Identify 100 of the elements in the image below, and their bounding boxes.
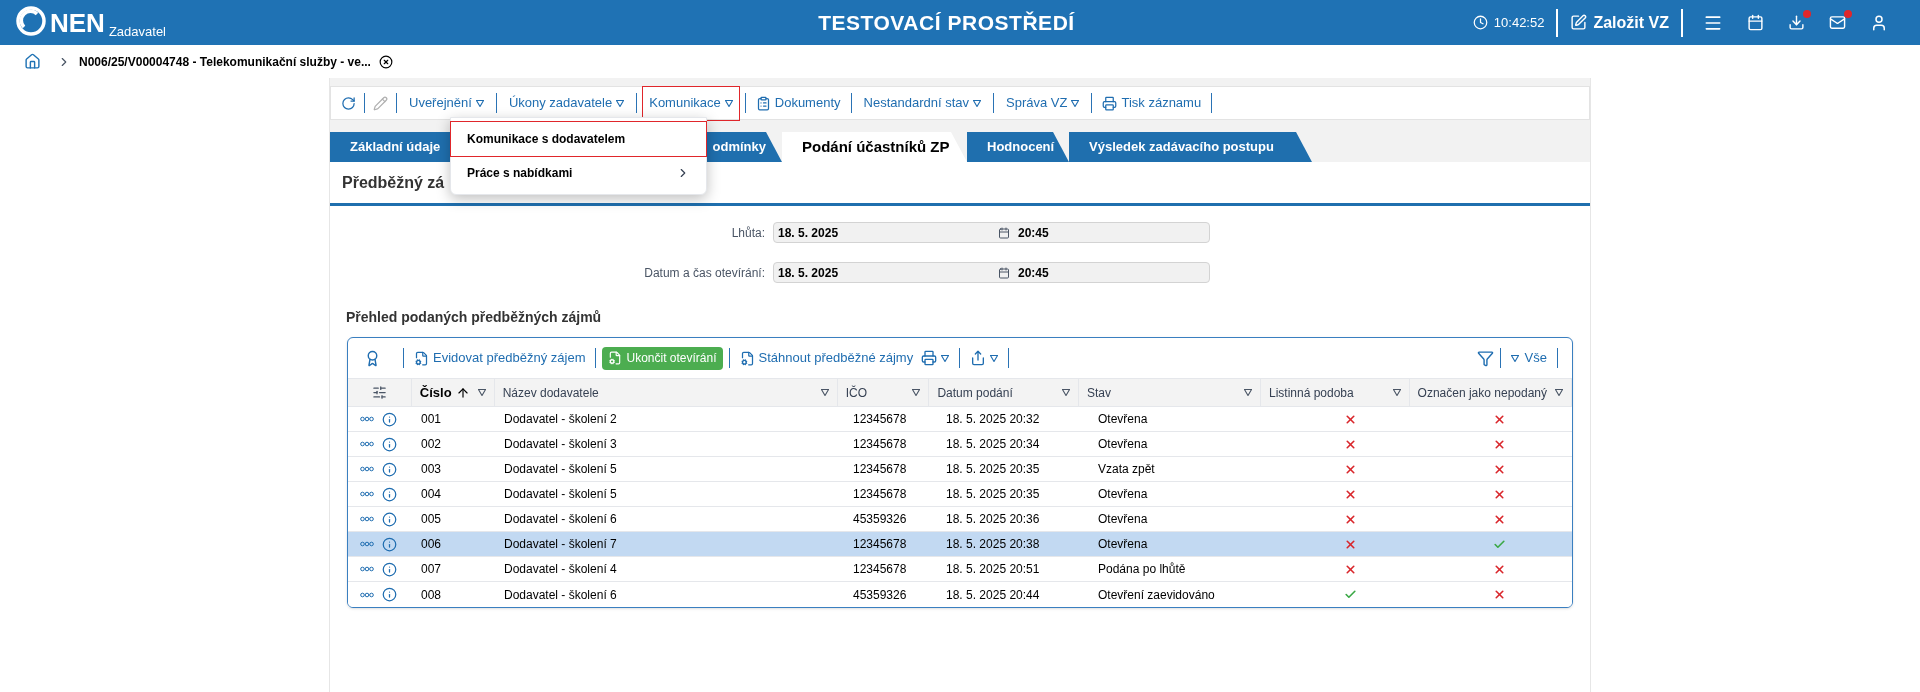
date-cell: 18. 5. 2025 20:35 xyxy=(946,487,1040,501)
toolbar-link[interactable]: Stáhnout předběžné zájmy xyxy=(735,348,918,368)
date-cell: 18. 5. 2025 20:51 xyxy=(946,562,1040,576)
close-icon[interactable] xyxy=(378,54,393,69)
number-cell: 004 xyxy=(421,487,442,501)
datetime-field[interactable]: 18. 5. 2025 20:45 xyxy=(773,262,1210,283)
number-cell: 003 xyxy=(421,462,442,476)
status-cell: Otevřena xyxy=(1098,537,1148,551)
refresh-icon xyxy=(341,95,356,111)
download-icon[interactable] xyxy=(1788,14,1805,31)
documents-button[interactable]: Dokumenty xyxy=(751,93,845,113)
supplier-cell: Dodavatel - školení 2 xyxy=(504,412,617,426)
status-cell: Otevřena xyxy=(1098,412,1148,426)
menu-button[interactable]: Komunikace xyxy=(643,86,739,120)
table-row[interactable]: 006 Dodavatel - školení 7 12345678 18. 5. 2025 20:38 Otevřena xyxy=(348,532,1572,557)
printer-icon xyxy=(1102,95,1118,111)
more-icon[interactable] xyxy=(360,466,374,472)
caret-icon xyxy=(941,354,950,362)
column-header[interactable]: IČO xyxy=(837,379,930,406)
pencil-icon xyxy=(373,95,388,111)
more-icon[interactable] xyxy=(360,416,374,422)
table-row[interactable]: 007 Dodavatel - školení 4 12345678 18. 5. 2025 20:51 Podána po lhůtě xyxy=(348,557,1572,582)
table-row[interactable]: 003 Dodavatel - školení 5 12345678 18. 5. 2025 20:35 Vzata zpět xyxy=(348,457,1572,482)
menu-button[interactable]: Nestandardní stav xyxy=(857,86,988,120)
date-cell: 18. 5. 2025 20:34 xyxy=(946,437,1040,451)
filter-icon[interactable] xyxy=(1476,349,1494,367)
column-settings-icon[interactable] xyxy=(371,385,387,400)
tab[interactable]: Výsledek zadávacího postupu xyxy=(1069,132,1312,162)
refresh-button[interactable] xyxy=(339,95,358,111)
info-icon[interactable] xyxy=(382,561,397,577)
table-row[interactable]: 008 Dodavatel - školení 6 45359326 18. 5. 2025 20:44 Otevření zaevidováno xyxy=(348,582,1572,607)
table-row[interactable]: 001 Dodavatel - školení 2 12345678 18. 5. 2025 20:32 Otevřena xyxy=(348,407,1572,432)
mail-icon[interactable] xyxy=(1829,14,1846,31)
toolbar-link[interactable]: Evidovat předběžný zájem xyxy=(410,348,590,368)
more-icon[interactable] xyxy=(360,516,374,522)
supplier-cell: Dodavatel - školení 4 xyxy=(504,562,617,576)
supplier-cell: Dodavatel - školení 7 xyxy=(504,537,617,551)
tab[interactable]: Podání účastníků ZP xyxy=(782,132,967,162)
info-icon[interactable] xyxy=(382,587,397,602)
field-label: Datum a čas otevírání: xyxy=(643,264,766,282)
number-cell: 007 xyxy=(421,562,442,576)
ico-cell: 45359326 xyxy=(853,587,907,602)
ico-cell: 12345678 xyxy=(853,537,907,551)
info-icon[interactable] xyxy=(382,511,397,527)
table-row[interactable]: 004 Dodavatel - školení 5 12345678 18. 5. 2025 20:35 Otevřena xyxy=(348,482,1572,507)
date-cell: 18. 5. 2025 20:44 xyxy=(946,587,1040,602)
info-icon[interactable] xyxy=(382,536,397,552)
date-cell: 18. 5. 2025 20:38 xyxy=(946,537,1040,551)
filter-dropdown[interactable]: Vše xyxy=(1506,348,1551,368)
ico-cell: 12345678 xyxy=(853,462,907,476)
table-row[interactable]: 002 Dodavatel - školení 3 12345678 18. 5. 2025 20:34 Otevřena xyxy=(348,432,1572,457)
caret-icon xyxy=(1392,389,1401,396)
caret-icon xyxy=(973,99,982,107)
column-header[interactable]: Označen jako nepodaný xyxy=(1409,379,1572,406)
caret-icon xyxy=(724,99,733,107)
ico-cell: 12345678 xyxy=(853,487,907,501)
info-icon[interactable] xyxy=(382,411,397,427)
user-icon[interactable] xyxy=(1870,13,1888,32)
date-cell: 18. 5. 2025 20:32 xyxy=(946,412,1040,426)
more-icon[interactable] xyxy=(360,441,374,447)
column-header[interactable]: Datum podání xyxy=(929,379,1079,406)
menu-button[interactable]: Uveřejnění xyxy=(403,86,490,120)
menu-button[interactable]: Úkony zadavatele xyxy=(502,86,631,120)
more-icon[interactable] xyxy=(360,541,374,547)
info-icon[interactable] xyxy=(382,461,397,477)
create-button[interactable]: Založit VZ xyxy=(1558,10,1681,35)
caret-icon xyxy=(1061,389,1070,396)
date-cell: 18. 5. 2025 20:36 xyxy=(946,512,1040,526)
status-cell: Otevřena xyxy=(1098,437,1148,451)
datetime-field[interactable]: 18. 5. 2025 20:45 xyxy=(773,222,1210,243)
status-cell: Otevřena xyxy=(1098,487,1148,501)
calendar-icon[interactable] xyxy=(1747,14,1764,31)
column-header[interactable]: Listinná podoba xyxy=(1260,379,1410,406)
number-cell: 002 xyxy=(421,437,442,451)
more-icon[interactable] xyxy=(360,491,374,497)
clock-icon xyxy=(1472,15,1488,30)
caret-icon xyxy=(616,99,625,107)
column-header[interactable]: Stav xyxy=(1078,379,1261,406)
edit-icon xyxy=(1570,14,1588,31)
logo-text: NEN xyxy=(50,9,105,36)
caret-icon xyxy=(912,389,921,396)
print-button[interactable]: Tisk záznamu xyxy=(1098,93,1206,113)
caret-icon xyxy=(1243,389,1252,396)
column-header[interactable]: Číslo xyxy=(411,379,495,406)
table-row[interactable]: 005 Dodavatel - školení 6 45359326 18. 5. 2025 20:36 Otevřena xyxy=(348,507,1572,532)
section-title: Přehled podaných předběžných zájmů xyxy=(346,309,602,325)
info-icon[interactable] xyxy=(382,436,397,452)
logo-icon xyxy=(16,5,46,36)
tab[interactable]: Hodnocení xyxy=(967,132,1069,162)
supplier-cell: Dodavatel - školení 6 xyxy=(504,587,617,602)
info-icon[interactable] xyxy=(382,486,397,502)
breadcrumb-item[interactable]: N006/25/V00004748 - Telekomunikační služby - ve... xyxy=(79,52,371,71)
number-cell: 008 xyxy=(421,587,442,602)
more-icon[interactable] xyxy=(360,566,374,572)
environment-title: TESTOVACÍ PROSTŘEDÍ xyxy=(818,9,1075,36)
menu-button[interactable]: Správa VZ xyxy=(1000,86,1086,120)
column-header[interactable]: Název dodavatele xyxy=(494,379,838,406)
more-icon[interactable] xyxy=(360,591,374,598)
caret-icon xyxy=(1555,389,1563,396)
home-icon[interactable] xyxy=(24,53,41,70)
